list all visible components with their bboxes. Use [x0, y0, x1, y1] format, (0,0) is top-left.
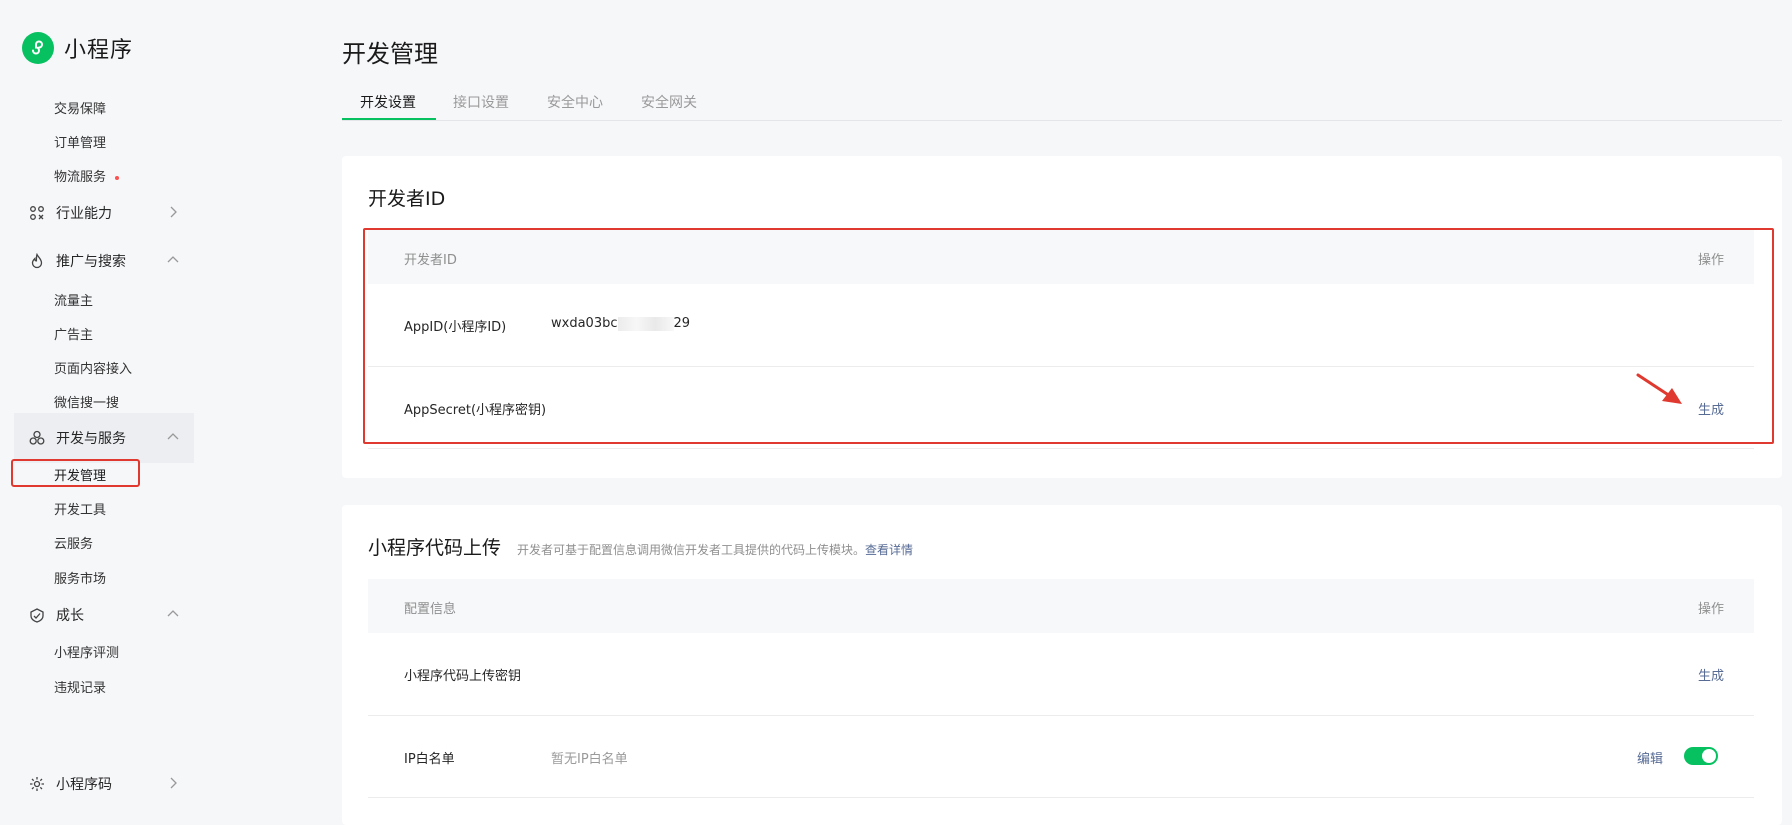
page-title: 开发管理: [342, 40, 438, 68]
chevron-up-icon: [167, 610, 179, 617]
industry-icon: [28, 204, 46, 222]
sidebar-group-label: 小程序码: [56, 777, 112, 793]
sidebar-group-industry[interactable]: 行业能力: [14, 188, 194, 238]
table-row: 小程序代码上传密钥 生成: [368, 633, 1754, 716]
card-description: 开发者可基于配置信息调用微信开发者工具提供的代码上传模块。查看详情: [517, 543, 913, 557]
redacted-mask: [617, 316, 674, 331]
annotation-arrow-icon: [1636, 373, 1682, 404]
sidebar-item-advertiser[interactable]: 广告主: [54, 324, 93, 343]
toggle-knob: [1702, 749, 1716, 763]
chevron-up-icon: [167, 256, 179, 263]
tab-api-settings[interactable]: 接口设置: [453, 92, 509, 112]
annotation-highlight-box: [11, 459, 140, 487]
table-row: AppSecret(小程序密钥) 生成: [368, 366, 1754, 449]
column-header-action: 操作: [1697, 253, 1724, 268]
flame-icon: [28, 252, 46, 270]
table-row: AppID(小程序ID) wxda03bc 29: [368, 284, 1754, 367]
sidebar-item-logistics[interactable]: 物流服务: [54, 166, 120, 185]
generate-secret-button[interactable]: 生成: [1698, 399, 1724, 418]
table-header: 开发者ID 操作: [368, 230, 1754, 284]
appid-value: wxda03bc 29: [551, 316, 690, 331]
card-title-row: 小程序代码上传 开发者可基于配置信息调用微信开发者工具提供的代码上传模块。查看详情: [368, 533, 913, 560]
sidebar-group-label: 行业能力: [56, 206, 112, 222]
sun-icon: [28, 775, 46, 793]
sidebar-item-dev-tools[interactable]: 开发工具: [54, 499, 106, 518]
chevron-up-icon: [167, 433, 179, 440]
chevron-right-icon: [170, 777, 177, 789]
sidebar-item-label: 物流服务: [54, 170, 107, 185]
sidebar-group-mini-program-code[interactable]: 小程序码: [14, 759, 194, 809]
card-title: 小程序代码上传: [368, 537, 502, 559]
sidebar-item-violation-records[interactable]: 违规记录: [54, 677, 106, 696]
sidebar-item-cloud-service[interactable]: 云服务: [54, 533, 93, 552]
table-row: IP白名单 暂无IP白名单 编辑: [368, 715, 1754, 798]
description-text: 开发者可基于配置信息调用微信开发者工具提供的代码上传模块。: [517, 543, 866, 557]
sidebar-item-evaluation[interactable]: 小程序评测: [54, 642, 119, 661]
dev-services-icon: [28, 429, 46, 447]
ip-whitelist-label: IP白名单: [404, 752, 455, 767]
sidebar-group-label: 成长: [56, 608, 84, 624]
sidebar-item-service-market[interactable]: 服务市场: [54, 568, 106, 587]
app-name: 小程序: [64, 38, 134, 63]
appid-label: AppID(小程序ID): [404, 320, 507, 335]
edit-ip-whitelist-button[interactable]: 编辑: [1637, 748, 1663, 767]
table-header: 配置信息 操作: [368, 579, 1754, 633]
active-tab-indicator: [342, 118, 436, 120]
sidebar-item-traffic-host[interactable]: 流量主: [54, 290, 93, 309]
generate-upload-key-button[interactable]: 生成: [1698, 665, 1724, 684]
tab-security-center[interactable]: 安全中心: [547, 92, 603, 112]
sidebar-group-promotion[interactable]: 推广与搜索: [14, 236, 194, 286]
sidebar-group-growth[interactable]: 成长: [14, 590, 194, 640]
sidebar-item-order-management[interactable]: 订单管理: [54, 132, 106, 151]
app-logo[interactable]: 小程序: [22, 32, 133, 64]
column-header-name: 开发者ID: [404, 253, 457, 268]
notification-dot: [115, 175, 120, 180]
code-upload-card: 小程序代码上传 开发者可基于配置信息调用微信开发者工具提供的代码上传模块。查看详情…: [342, 505, 1782, 825]
tab-dev-settings[interactable]: 开发设置: [360, 92, 416, 112]
sidebar-item-page-content[interactable]: 页面内容接入: [54, 358, 132, 377]
column-header-action: 操作: [1697, 602, 1724, 617]
ip-whitelist-toggle[interactable]: [1684, 747, 1718, 765]
ip-whitelist-value: 暂无IP白名单: [551, 752, 628, 767]
appid-prefix: wxda03bc: [551, 316, 618, 331]
tab-bar: 开发设置 接口设置 安全中心 安全网关: [342, 88, 1782, 121]
growth-icon: [28, 606, 46, 624]
mini-program-logo-icon: [22, 32, 54, 64]
tab-security-gateway[interactable]: 安全网关: [641, 92, 697, 112]
card-title: 开发者ID: [368, 188, 446, 210]
upload-key-label: 小程序代码上传密钥: [404, 669, 522, 684]
chevron-right-icon: [170, 206, 177, 218]
sidebar-group-label: 推广与搜索: [56, 254, 126, 270]
view-details-link[interactable]: 查看详情: [865, 543, 913, 557]
sidebar-item-wechat-search[interactable]: 微信搜一搜: [54, 392, 119, 411]
appid-suffix: 29: [673, 316, 691, 331]
sidebar: 小程序 交易保障 订单管理 物流服务 行业能力 推广与搜索 流量主 广告主 页面…: [0, 0, 215, 804]
sidebar-item-trade-guarantee[interactable]: 交易保障: [54, 98, 106, 117]
sidebar-group-label: 开发与服务: [56, 431, 126, 447]
developer-id-card: 开发者ID 开发者ID 操作 AppID(小程序ID) wxda03bc 29 A…: [342, 156, 1782, 478]
appsecret-label: AppSecret(小程序密钥): [404, 403, 547, 418]
sidebar-group-dev-services[interactable]: 开发与服务: [14, 413, 194, 463]
column-header-name: 配置信息: [404, 602, 457, 617]
